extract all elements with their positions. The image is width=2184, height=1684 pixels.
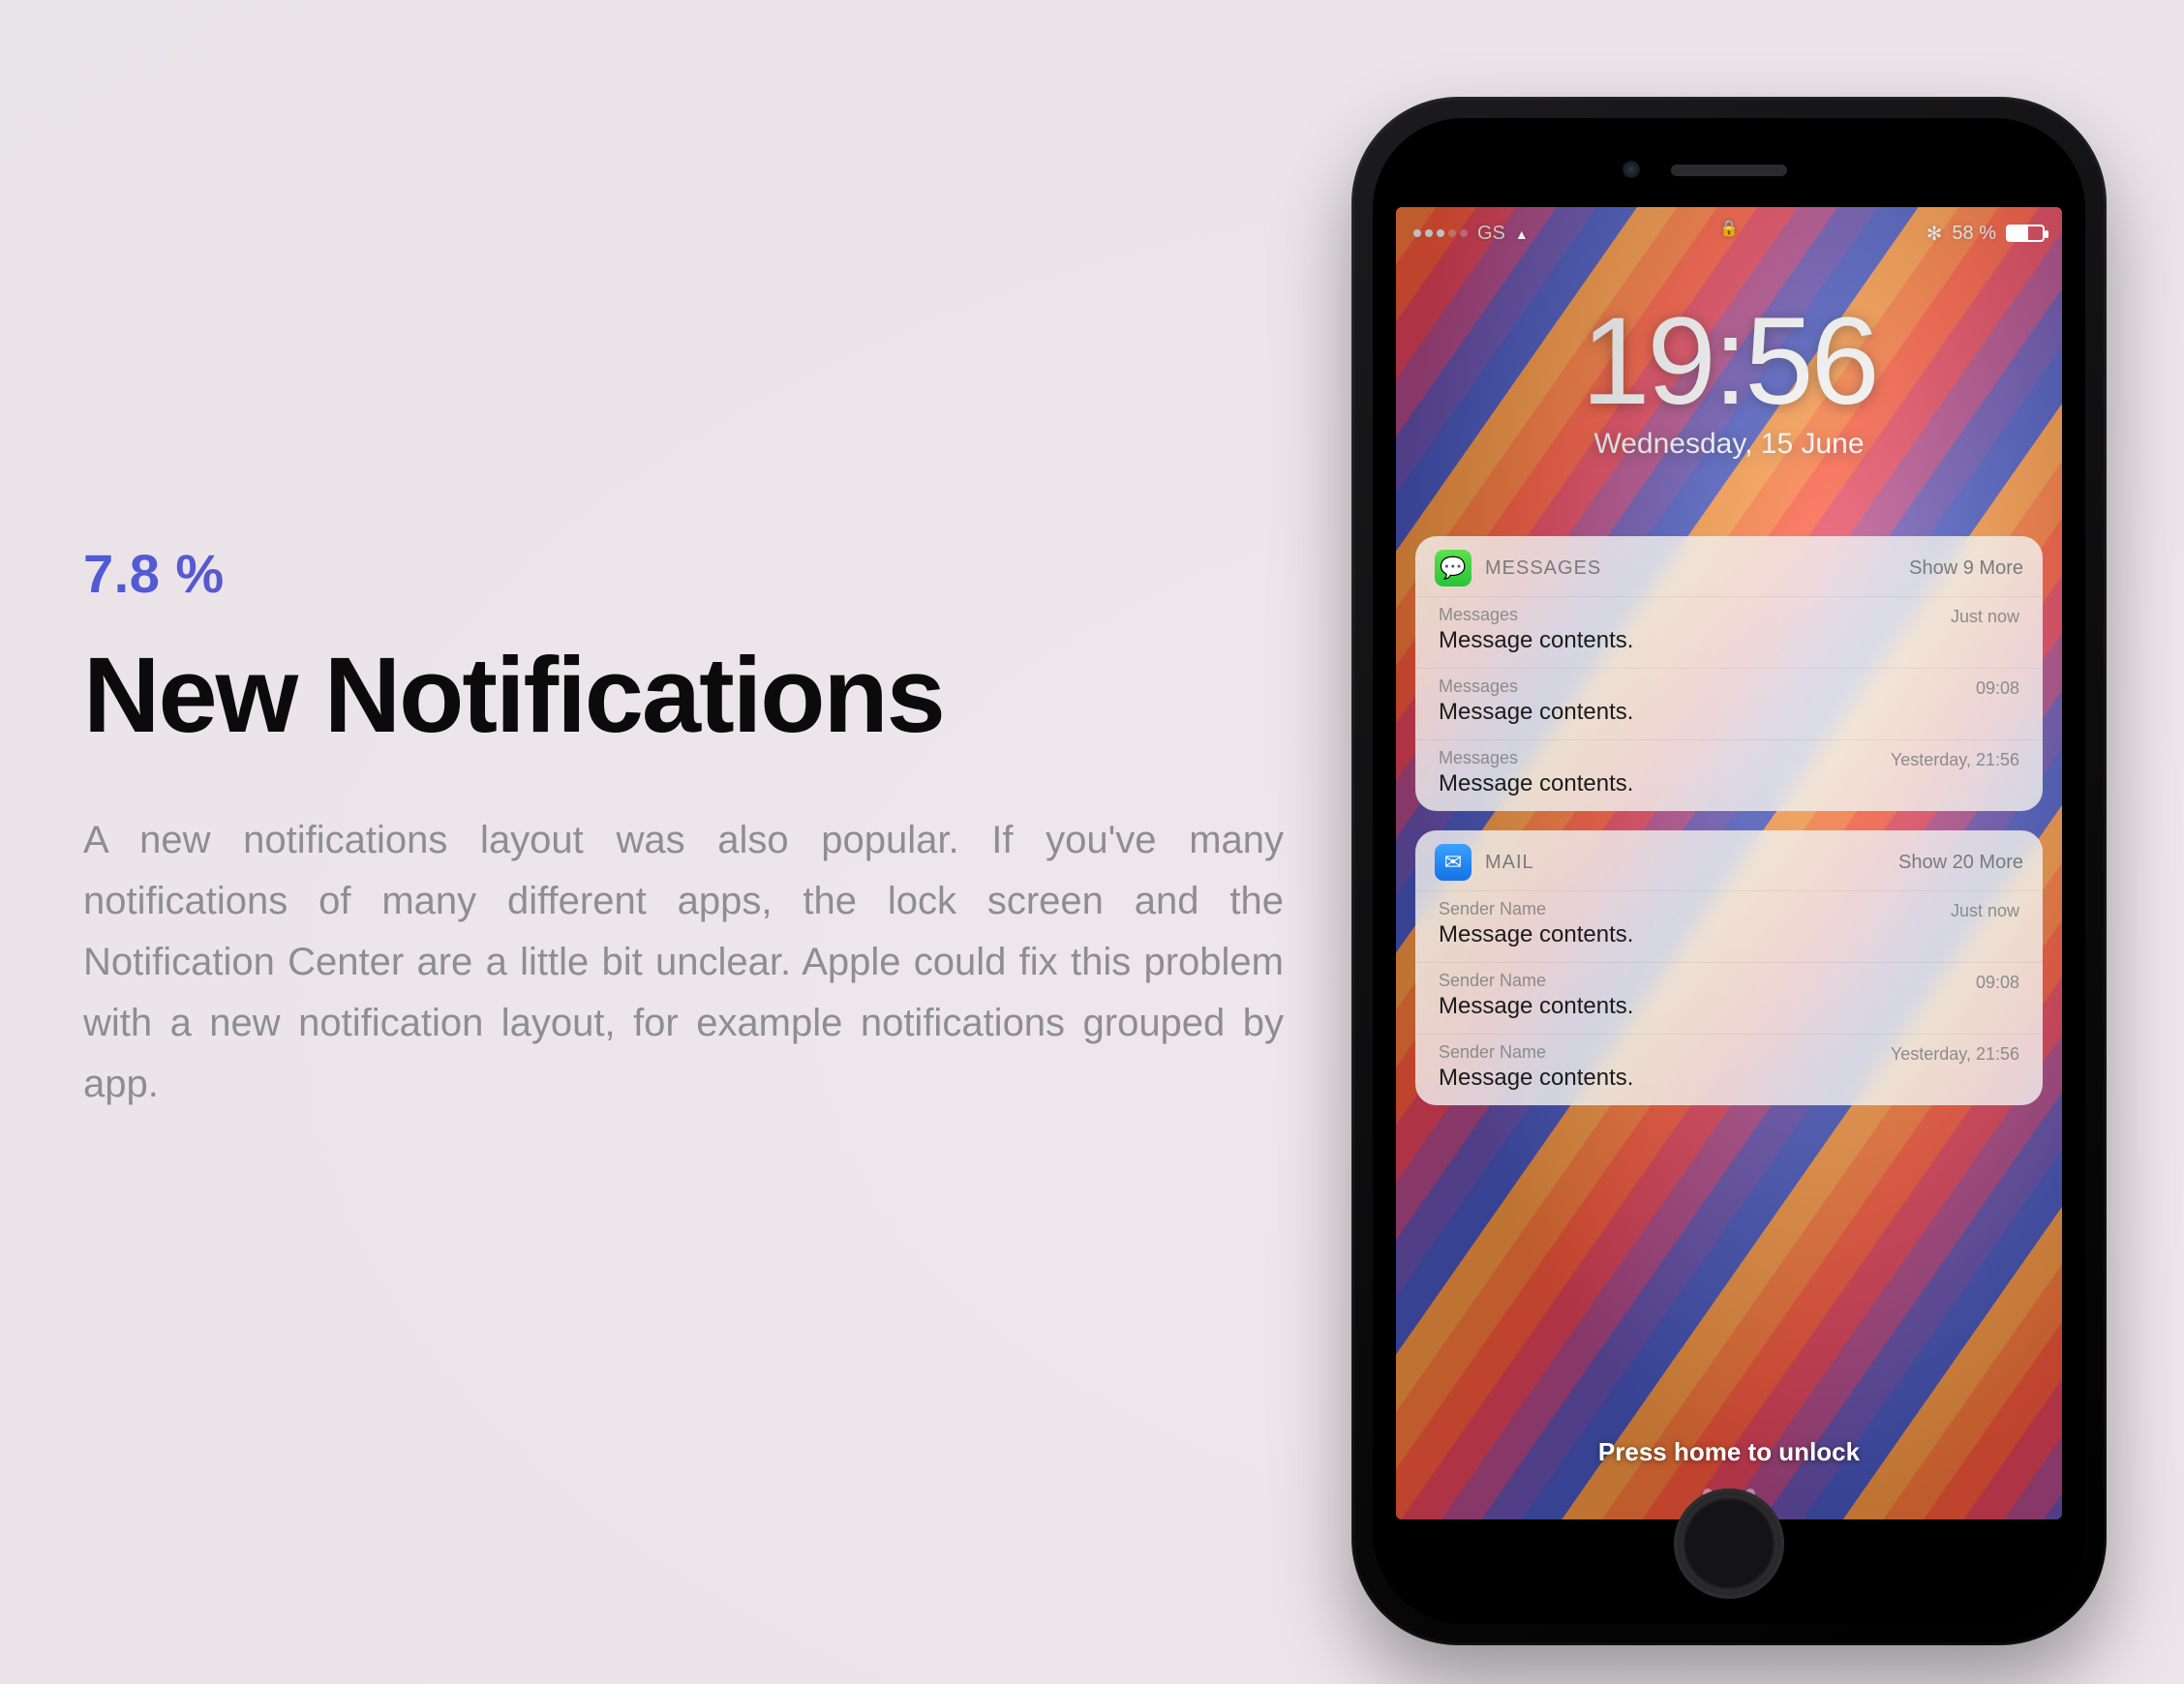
battery-percent: 58 % — [1952, 223, 1996, 245]
notif-time: 09:08 — [1976, 678, 2019, 699]
unlock-hint: Press home to unlock — [1396, 1437, 2062, 1467]
battery-icon — [2006, 225, 2045, 242]
notification-row[interactable]: Sender Name Message contents. Yesterday,… — [1415, 1034, 2043, 1105]
earpiece — [1671, 165, 1787, 176]
show-more-link[interactable]: Show 20 More — [1898, 852, 2023, 874]
notif-sender: Messages — [1439, 605, 2019, 625]
wifi-icon — [1515, 223, 1529, 245]
body-paragraph: A new notifications layout was also popu… — [83, 810, 1284, 1116]
bluetooth-icon: ✻ — [1926, 222, 1943, 246]
clock-time: 19:56 — [1396, 300, 2062, 424]
notification-row[interactable]: Messages Message contents. 09:08 — [1415, 668, 2043, 739]
notif-time: 09:08 — [1976, 973, 2019, 993]
stat-percent: 7.8 % — [83, 542, 1284, 605]
notification-group-mail[interactable]: ✉︎ MAIL Show 20 More Sender Name Message… — [1415, 830, 2043, 1105]
lock-screen: GS 🔒 ✻ 58 % 19:56 Wednesday, 15 June — [1396, 207, 2062, 1519]
notif-sender: Messages — [1439, 677, 2019, 697]
notif-body: Message contents. — [1439, 699, 2019, 726]
notification-list: 💬 MESSAGES Show 9 More Messages Message … — [1415, 536, 2043, 1105]
notification-row[interactable]: Sender Name Message contents. 09:08 — [1415, 962, 2043, 1034]
iphone-device: GS 🔒 ✻ 58 % 19:56 Wednesday, 15 June — [1351, 97, 2107, 1645]
mail-app-icon: ✉︎ — [1435, 844, 1471, 881]
messages-app-icon: 💬 — [1435, 550, 1471, 586]
notif-body: Message contents. — [1439, 627, 2019, 654]
home-button[interactable] — [1674, 1489, 1784, 1599]
notif-time: Just now — [1951, 607, 2019, 627]
notif-body: Message contents. — [1439, 993, 2019, 1020]
clock: 19:56 Wednesday, 15 June — [1396, 300, 2062, 461]
notification-row[interactable]: Messages Message contents. Just now — [1415, 596, 2043, 668]
show-more-link[interactable]: Show 9 More — [1909, 557, 2023, 580]
notif-body: Message contents. — [1439, 921, 2019, 948]
notification-row[interactable]: Messages Message contents. Yesterday, 21… — [1415, 739, 2043, 811]
carrier-label: GS — [1477, 223, 1505, 245]
notif-sender: Sender Name — [1439, 971, 2019, 991]
notif-time: Yesterday, 21:56 — [1891, 1044, 2019, 1065]
notification-row[interactable]: Sender Name Message contents. Just now — [1415, 890, 2043, 962]
headline: New Notifications — [83, 640, 1284, 752]
notification-group-messages[interactable]: 💬 MESSAGES Show 9 More Messages Message … — [1415, 536, 2043, 811]
clock-date: Wednesday, 15 June — [1396, 428, 2062, 461]
status-bar: GS 🔒 ✻ 58 % — [1396, 207, 2062, 250]
notif-time: Just now — [1951, 901, 2019, 921]
notif-body: Message contents. — [1439, 1065, 2019, 1092]
signal-dots-icon — [1413, 229, 1468, 237]
lock-icon: 🔒 — [1719, 219, 1739, 238]
notif-time: Yesterday, 21:56 — [1891, 750, 2019, 770]
notif-body: Message contents. — [1439, 770, 2019, 797]
notif-sender: Sender Name — [1439, 899, 2019, 919]
group-label: MESSAGES — [1485, 557, 1896, 580]
article-copy: 7.8 % New Notifications A new notificati… — [83, 542, 1284, 1115]
group-label: MAIL — [1485, 852, 1885, 874]
front-camera — [1623, 161, 1640, 178]
